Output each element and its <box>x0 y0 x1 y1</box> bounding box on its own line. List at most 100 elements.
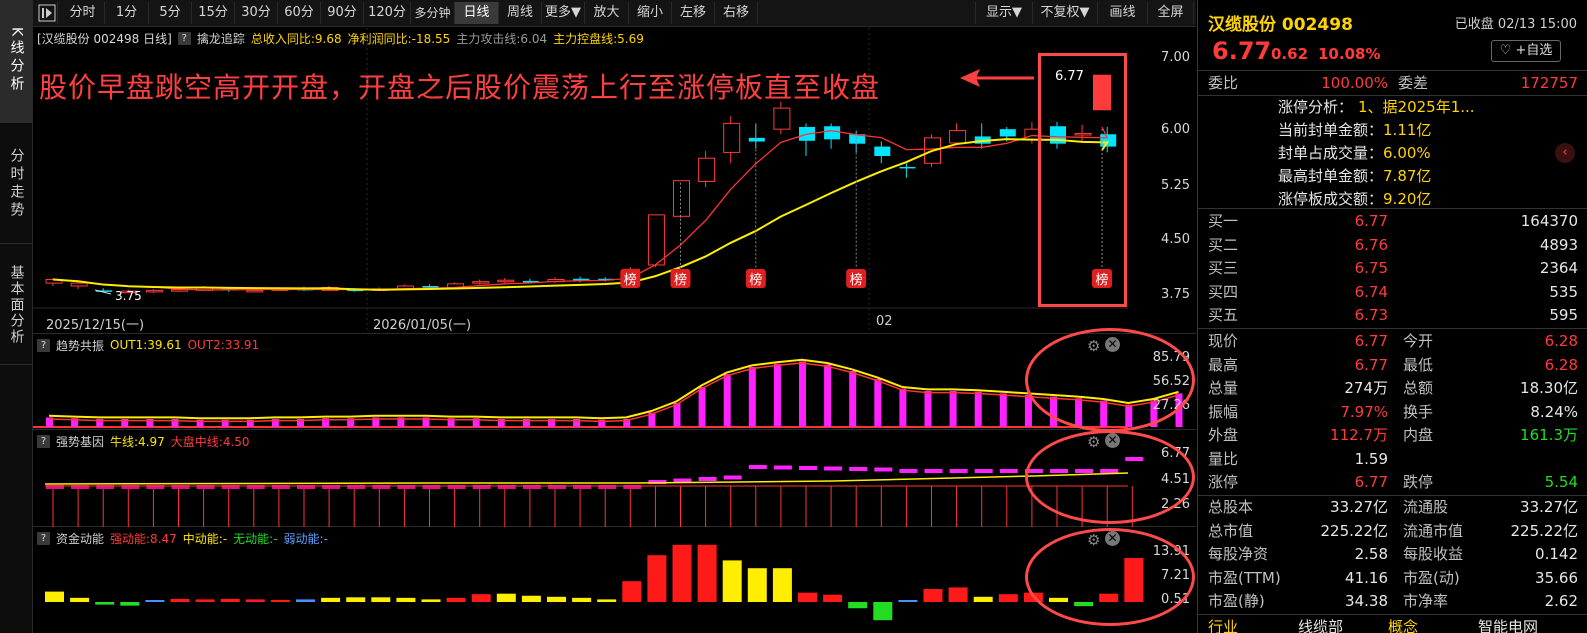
zt-row: 最高封单金额：7.87亿 <box>1278 165 1431 188</box>
trend-bar <box>698 387 706 427</box>
stat-row: 量比 1.59 <box>1208 448 1578 471</box>
tb-fullscreen[interactable]: 全屏 <box>1148 2 1194 24</box>
fund-bar <box>647 555 667 602</box>
fund-value: 0.142 <box>1535 545 1578 564</box>
bottom-tab[interactable]: 智能电网 <box>1478 616 1538 633</box>
fund-label: 流通市值 <box>1403 521 1464 540</box>
fund-label: 总市值 <box>1208 521 1254 540</box>
tb-15min[interactable]: 15分 <box>192 2 235 24</box>
zt-analysis-label: 涨停分析： <box>1278 98 1354 116</box>
tab-intraday[interactable]: 分时走势 <box>0 124 33 244</box>
bid-row[interactable]: 买一 6.77 164370 <box>1208 210 1578 233</box>
bid-vol: 164370 <box>1520 212 1578 230</box>
fund-chart <box>45 544 1144 621</box>
tb-1min[interactable]: 1分 <box>105 2 149 24</box>
bid-price: 6.73 <box>1354 306 1388 325</box>
tab-kline[interactable]: K线分析 <box>0 0 33 123</box>
bid-row[interactable]: 买五 6.73 595 <box>1208 304 1578 327</box>
sep <box>1198 70 1587 71</box>
tb-fenshi[interactable]: 分时 <box>61 2 105 24</box>
tb-adjust[interactable]: 不复权▼ <box>1033 2 1098 24</box>
stat-row: 现价 6.77 今开 6.28 <box>1208 330 1578 353</box>
bottom-tab[interactable]: 线缆部 <box>1298 616 1343 633</box>
quote-stats: 现价 6.77 今开 6.28 最高 6.77 最低 6.28 总量 274万 总额 18.30亿 振幅… <box>1198 330 1587 495</box>
zt-row: 1、据2025年1... <box>1358 96 1475 119</box>
zt-row-value: 9.20亿 <box>1383 190 1432 208</box>
fund-row: 市盈(静) 34.38 市净率 2.62 <box>1208 590 1578 613</box>
stat-value: 6.77 <box>1354 355 1388 374</box>
gene-block <box>999 469 1018 473</box>
tb-zoom-out[interactable]: 缩小 <box>629 2 672 24</box>
trend-bar <box>723 374 731 427</box>
fund-row: 总股本 33.27亿 流通股 33.27亿 <box>1208 496 1578 519</box>
candle-body <box>497 279 515 283</box>
price-change: 0.62 <box>1271 45 1309 63</box>
tb-weekly[interactable]: 周线 <box>499 2 542 24</box>
gene-block <box>748 465 767 469</box>
play-icon[interactable] <box>36 2 58 24</box>
bottom-tab[interactable]: 概念 <box>1388 616 1418 633</box>
add-watchlist-label: +自选 <box>1515 43 1553 58</box>
tb-daily[interactable]: 日线 <box>455 2 499 24</box>
tb-60min[interactable]: 60分 <box>278 2 321 24</box>
bang-label: 榜 <box>674 272 687 288</box>
gene-block <box>924 469 943 473</box>
tb-zoom-in[interactable]: 放大 <box>585 2 629 24</box>
zt-row-label: 涨停板成交额： <box>1278 190 1384 208</box>
fund-bar <box>772 568 792 602</box>
y-label-450: 4.50 <box>1161 232 1190 247</box>
zt-row-value: 6.00% <box>1383 144 1431 162</box>
bid-row[interactable]: 买三 6.75 2364 <box>1208 257 1578 280</box>
fund-pane[interactable]: ? 资金动能 强动能:8.47 中动能:- 无动能:- 弱动能:- 13.91 … <box>33 528 1196 633</box>
gene-block <box>874 467 893 472</box>
trend-bar <box>849 371 857 427</box>
add-watchlist-button[interactable]: ♡ +自选 <box>1491 40 1561 62</box>
date-label-1: 2025/12/15(一) <box>46 318 145 333</box>
tb-more[interactable]: 更多▼ <box>542 2 585 24</box>
price-pct: 10.08% <box>1318 45 1381 63</box>
tb-display[interactable]: 显示▼ <box>975 2 1033 24</box>
tb-left[interactable]: 左移 <box>672 2 715 24</box>
fund-label: 每股收益 <box>1403 545 1464 564</box>
gene-block <box>773 465 792 470</box>
stat-value: 274万 <box>1344 379 1388 397</box>
fund-label: 总股本 <box>1208 498 1254 516</box>
tb-multi-min[interactable]: 多分钟 <box>411 2 455 24</box>
low-label: 3.75 <box>115 289 142 303</box>
tb-draw[interactable]: 画线 <box>1098 2 1148 24</box>
tab-intraday-label: 分时走势 <box>8 147 25 220</box>
tb-5min[interactable]: 5分 <box>149 2 192 24</box>
bid-row[interactable]: 买四 6.74 535 <box>1208 281 1578 304</box>
tb-30min[interactable]: 30分 <box>235 2 278 24</box>
gene-block <box>799 466 817 470</box>
tab-fundamental-label: 基本面分析 <box>8 264 25 345</box>
fund-value: 34.38 <box>1345 592 1388 611</box>
fund-value: 35.66 <box>1535 568 1578 587</box>
trend-bar <box>999 393 1007 427</box>
tab-fundamental[interactable]: 基本面分析 <box>0 245 33 365</box>
stat-label: 总量 <box>1208 379 1239 397</box>
gene-pane[interactable]: ? 强势基因 牛线:4.97 大盘中线:4.50 6.77 4.51 2.26 … <box>33 431 1196 527</box>
candle-body <box>874 146 891 157</box>
stat-label: 跌停 <box>1403 473 1434 491</box>
fund-bar <box>321 597 341 602</box>
tb-120min[interactable]: 120分 <box>364 2 411 24</box>
candle-body <box>999 129 1016 137</box>
candle-body <box>145 289 163 293</box>
candle-body <box>472 281 490 284</box>
zt-row-label: 最高封单金额： <box>1278 167 1384 185</box>
fund-bar <box>848 602 868 609</box>
bottom-tab[interactable]: 行业 <box>1208 616 1238 633</box>
bid-vol: 2364 <box>1539 259 1578 278</box>
trend-bar <box>673 403 681 427</box>
period-toolbar: 分时 1分 5分 15分 30分 60分 90分 120分 多分钟 日线 周线 … <box>33 0 1196 27</box>
trend-bar <box>773 363 781 427</box>
trend-pane[interactable]: ? 趋势共振 OUT1:39.61 OUT2:33.91 85.79 56.52… <box>33 335 1196 430</box>
tb-right[interactable]: 右移 <box>715 2 758 24</box>
y-label-600: 6.00 <box>1161 122 1190 137</box>
collapse-icon[interactable]: ‹ <box>1555 143 1575 163</box>
tb-90min[interactable]: 90分 <box>321 2 364 24</box>
candle-body <box>246 289 264 293</box>
fund-bar <box>597 599 617 602</box>
bid-row[interactable]: 买二 6.76 4893 <box>1208 234 1578 257</box>
